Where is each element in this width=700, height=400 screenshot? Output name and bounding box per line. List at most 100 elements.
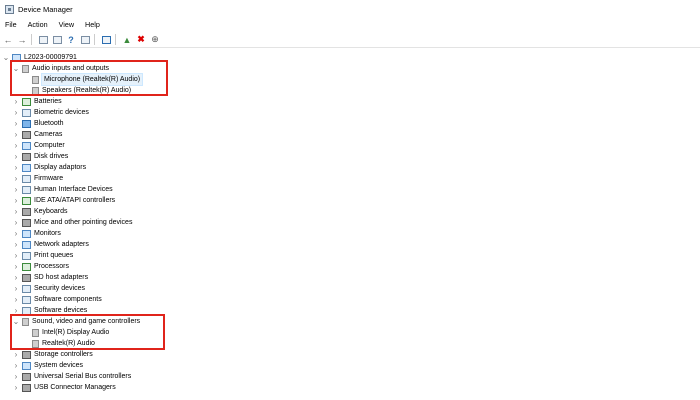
category-biometric[interactable]: › Biometric devices xyxy=(12,107,89,118)
category-hid[interactable]: › Human Interface Devices xyxy=(12,184,113,195)
chevron-right-icon[interactable]: › xyxy=(12,294,20,305)
category-label: Audio inputs and outputs xyxy=(32,65,110,72)
chevron-right-icon[interactable]: › xyxy=(12,261,20,272)
category-label: Bluetooth xyxy=(34,120,64,127)
chevron-right-icon[interactable]: › xyxy=(12,382,20,393)
category-label: USB Connector Managers xyxy=(34,384,116,391)
chevron-right-icon[interactable]: › xyxy=(12,118,20,129)
properties-icon[interactable] xyxy=(37,34,49,46)
category-mice[interactable]: › Mice and other pointing devices xyxy=(12,217,133,228)
chevron-right-icon[interactable]: › xyxy=(12,129,20,140)
monitor-icon[interactable] xyxy=(100,34,112,46)
device-microphone[interactable]: Microphone (Realtek(R) Audio) xyxy=(30,73,144,86)
toolbar-separator xyxy=(94,34,95,45)
monitor-icon xyxy=(22,229,31,238)
category-sound[interactable]: ⌄ Sound, video and game controllers xyxy=(12,316,141,327)
category-label: Software devices xyxy=(34,307,88,314)
chevron-right-icon[interactable]: › xyxy=(12,184,20,195)
chevron-right-icon[interactable]: › xyxy=(12,272,20,283)
chevron-right-icon[interactable]: › xyxy=(12,305,20,316)
sd-card-icon xyxy=(22,273,31,282)
forward-arrow-icon[interactable]: → xyxy=(16,34,28,46)
back-arrow-icon[interactable]: ← xyxy=(2,34,14,46)
device-label: Speakers (Realtek(R) Audio) xyxy=(42,87,132,94)
chevron-right-icon[interactable]: › xyxy=(12,217,20,228)
chevron-right-icon[interactable]: › xyxy=(12,173,20,184)
category-sd-host[interactable]: › SD host adapters xyxy=(12,272,88,283)
category-disk-drives[interactable]: › Disk drives xyxy=(12,151,69,162)
category-software-components[interactable]: › Software components xyxy=(12,294,102,305)
chevron-right-icon[interactable]: › xyxy=(12,96,20,107)
chevron-right-icon[interactable]: › xyxy=(12,349,20,360)
device-speakers[interactable]: Speakers (Realtek(R) Audio) xyxy=(30,85,131,96)
category-print-queues[interactable]: › Print queues xyxy=(12,250,74,261)
category-monitors[interactable]: › Monitors xyxy=(12,228,61,239)
chevron-down-icon[interactable]: ⌄ xyxy=(2,52,10,63)
uninstall-icon[interactable]: ✖ xyxy=(135,34,147,46)
category-usb-connector[interactable]: › USB Connector Managers xyxy=(12,382,116,393)
menu-help[interactable]: Help xyxy=(85,20,100,29)
category-audio[interactable]: ⌄ Audio inputs and outputs xyxy=(12,63,109,74)
category-label: Disk drives xyxy=(34,153,69,160)
printer-icon xyxy=(22,251,31,260)
menu-action[interactable]: Action xyxy=(28,20,48,29)
camera-icon xyxy=(22,130,31,139)
category-security[interactable]: › Security devices xyxy=(12,283,85,294)
chevron-right-icon[interactable]: › xyxy=(12,283,20,294)
chevron-right-icon[interactable]: › xyxy=(12,107,20,118)
category-cameras[interactable]: › Cameras xyxy=(12,129,63,140)
help-icon[interactable]: ? xyxy=(65,34,77,46)
category-firmware[interactable]: › Firmware xyxy=(12,173,64,184)
category-display-adaptors[interactable]: › Display adaptors xyxy=(12,162,86,173)
category-keyboards[interactable]: › Keyboards xyxy=(12,206,68,217)
menu-file[interactable]: File xyxy=(5,20,17,29)
toolbar: ← → ? ▲ ✖ ⊕ xyxy=(0,32,700,48)
device-realtek-audio[interactable]: Realtek(R) Audio xyxy=(30,338,95,349)
tree-root[interactable]: ⌄ L2023-00009791 xyxy=(2,52,77,63)
disk-icon xyxy=(22,152,31,161)
chevron-down-icon[interactable]: ⌄ xyxy=(12,63,20,74)
chevron-right-icon[interactable]: › xyxy=(12,140,20,151)
category-label: Security devices xyxy=(34,285,85,292)
device-intel-display-audio[interactable]: Intel(R) Display Audio xyxy=(30,327,109,338)
category-batteries[interactable]: › Batteries xyxy=(12,96,62,107)
category-computer[interactable]: › Computer xyxy=(12,140,65,151)
chevron-right-icon[interactable]: › xyxy=(12,162,20,173)
category-network[interactable]: › Network adapters xyxy=(12,239,89,250)
chevron-right-icon[interactable]: › xyxy=(12,360,20,371)
security-icon xyxy=(22,284,31,293)
category-label: Mice and other pointing devices xyxy=(34,219,133,226)
chevron-right-icon[interactable]: › xyxy=(12,195,20,206)
update-driver-icon[interactable]: ▲ xyxy=(121,34,133,46)
chevron-right-icon[interactable]: › xyxy=(12,250,20,261)
usb-icon xyxy=(22,372,31,381)
mouse-icon xyxy=(22,218,31,227)
category-ide[interactable]: › IDE ATA/ATAPI controllers xyxy=(12,195,116,206)
computer-icon xyxy=(22,141,31,150)
chevron-down-icon[interactable]: ⌄ xyxy=(12,316,20,327)
chevron-right-icon[interactable]: › xyxy=(12,206,20,217)
category-processors[interactable]: › Processors xyxy=(12,261,69,272)
chevron-right-icon[interactable]: › xyxy=(12,228,20,239)
keyboard-icon xyxy=(22,207,31,216)
menu-view[interactable]: View xyxy=(59,20,74,29)
chevron-right-icon[interactable]: › xyxy=(12,151,20,162)
title-bar: Device Manager xyxy=(0,0,700,18)
category-label: Human Interface Devices xyxy=(34,186,113,193)
speaker-icon xyxy=(32,328,39,337)
scan-hardware-icon[interactable]: ⊕ xyxy=(149,34,161,46)
show-hidden-icon[interactable] xyxy=(51,34,63,46)
category-label: IDE ATA/ATAPI controllers xyxy=(34,197,116,204)
window-title: Device Manager xyxy=(18,4,73,14)
category-software-devices[interactable]: › Software devices xyxy=(12,305,88,316)
chevron-right-icon[interactable]: › xyxy=(12,239,20,250)
device-tree: ⌄ L2023-00009791 ⌄ Audio inputs and outp… xyxy=(0,50,700,400)
category-storage[interactable]: › Storage controllers xyxy=(12,349,93,360)
category-label: Network adapters xyxy=(34,241,89,248)
display-icon xyxy=(22,163,31,172)
chevron-right-icon[interactable]: › xyxy=(12,371,20,382)
view-icon[interactable] xyxy=(79,34,91,46)
category-bluetooth[interactable]: › Bluetooth xyxy=(12,118,64,129)
category-system-devices[interactable]: › System devices xyxy=(12,360,83,371)
category-usb-controllers[interactable]: › Universal Serial Bus controllers xyxy=(12,371,132,382)
